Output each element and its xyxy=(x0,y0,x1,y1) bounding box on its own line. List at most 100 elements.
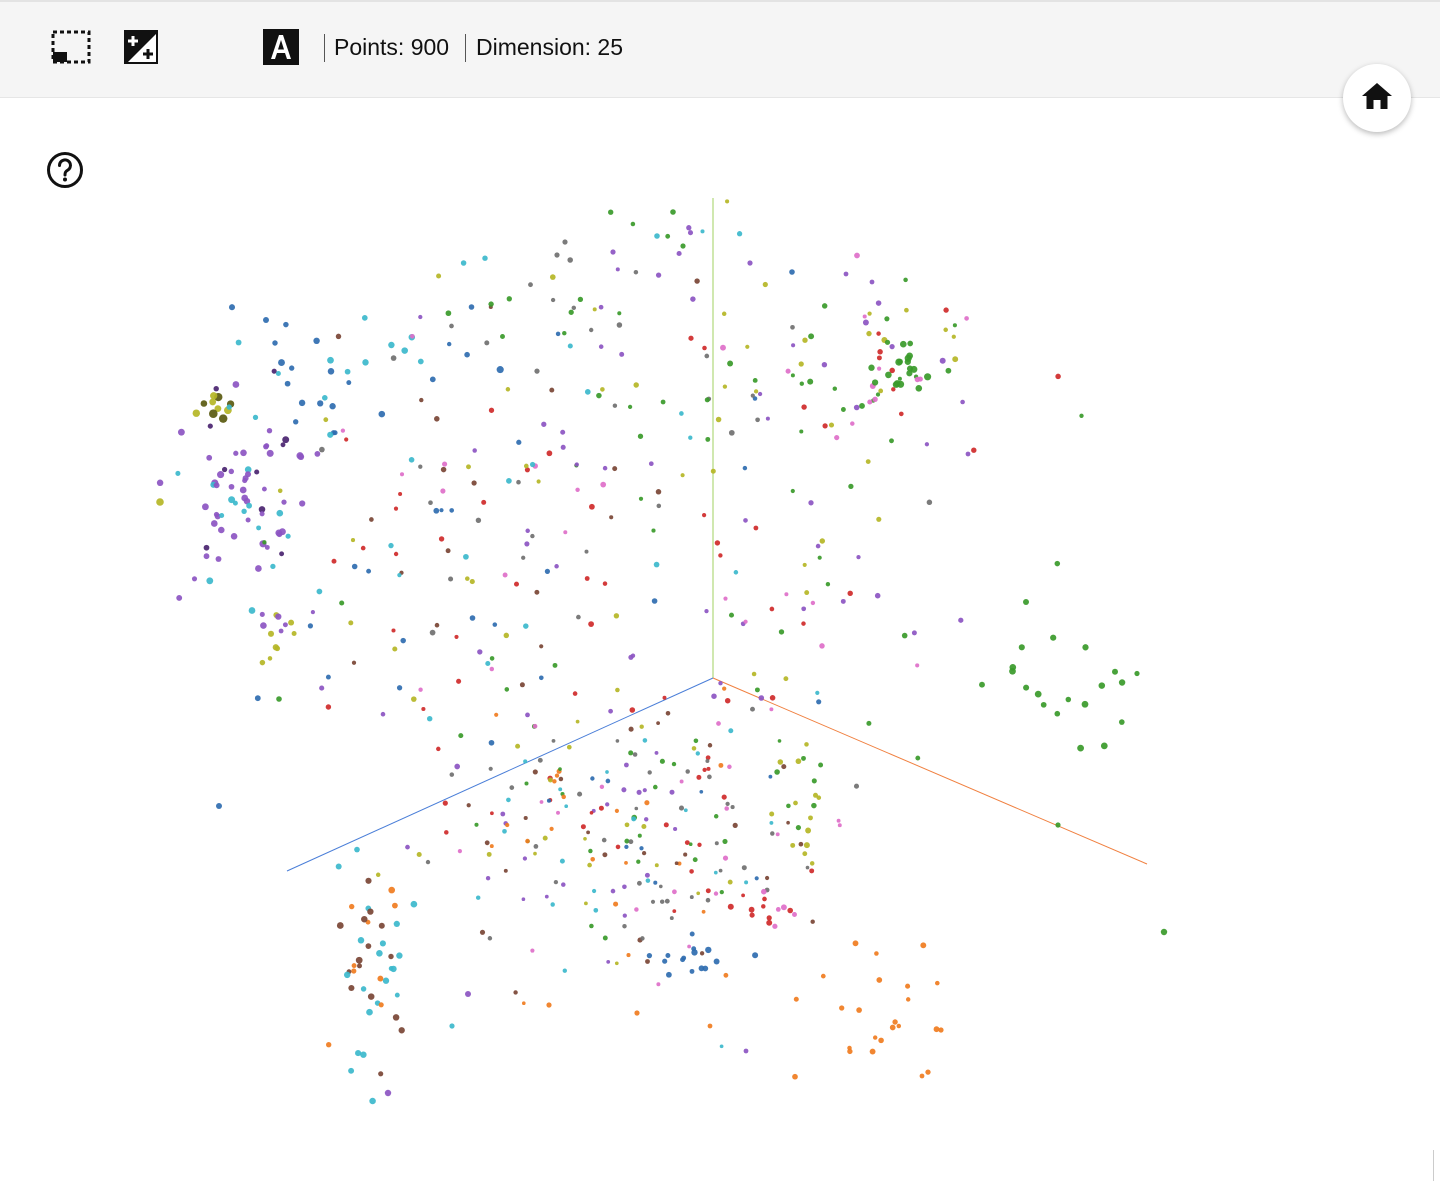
data-point[interactable] xyxy=(638,496,644,501)
data-point[interactable] xyxy=(669,789,675,795)
data-point[interactable] xyxy=(630,221,636,227)
data-point[interactable] xyxy=(465,991,471,997)
data-point[interactable] xyxy=(417,358,424,365)
data-point[interactable] xyxy=(766,915,772,921)
data-point[interactable] xyxy=(730,805,735,810)
data-point[interactable] xyxy=(749,912,755,918)
data-point[interactable] xyxy=(505,822,510,828)
data-point[interactable] xyxy=(502,828,507,834)
data-point[interactable] xyxy=(405,844,410,850)
data-point[interactable] xyxy=(445,310,452,317)
data-point[interactable] xyxy=(634,1010,640,1016)
data-point[interactable] xyxy=(260,622,267,629)
data-point[interactable] xyxy=(1055,373,1061,380)
data-point[interactable] xyxy=(847,1048,853,1055)
data-point[interactable] xyxy=(692,857,698,863)
data-point[interactable] xyxy=(474,822,479,827)
data-point[interactable] xyxy=(704,608,709,614)
data-point[interactable] xyxy=(598,805,604,811)
data-point[interactable] xyxy=(713,891,719,896)
data-point[interactable] xyxy=(889,1024,896,1031)
data-point[interactable] xyxy=(815,543,821,549)
data-point[interactable] xyxy=(805,827,812,834)
data-point[interactable] xyxy=(580,824,586,830)
data-point[interactable] xyxy=(803,842,810,849)
data-point[interactable] xyxy=(584,901,588,906)
data-point[interactable] xyxy=(509,785,515,790)
data-point[interactable] xyxy=(256,525,262,531)
data-point[interactable] xyxy=(672,889,677,895)
data-point[interactable] xyxy=(490,811,494,816)
data-point[interactable] xyxy=(534,589,540,595)
data-point[interactable] xyxy=(619,351,625,357)
data-point[interactable] xyxy=(416,851,422,858)
data-point[interactable] xyxy=(802,337,808,343)
data-point[interactable] xyxy=(259,511,265,517)
data-point[interactable] xyxy=(612,403,618,408)
data-point[interactable] xyxy=(216,803,222,809)
data-point[interactable] xyxy=(674,861,679,866)
data-point[interactable] xyxy=(284,380,291,387)
data-point[interactable] xyxy=(464,351,470,358)
data-point[interactable] xyxy=(798,361,804,367)
data-point[interactable] xyxy=(396,685,403,691)
data-point[interactable] xyxy=(351,968,357,974)
data-point[interactable] xyxy=(577,296,584,303)
data-point[interactable] xyxy=(847,590,853,597)
data-point[interactable] xyxy=(409,333,415,339)
data-point[interactable] xyxy=(943,327,948,333)
data-point[interactable] xyxy=(376,950,383,957)
data-point[interactable] xyxy=(836,818,841,823)
data-point[interactable] xyxy=(697,842,702,847)
data-point[interactable] xyxy=(789,269,795,275)
data-point[interactable] xyxy=(605,778,611,784)
data-point[interactable] xyxy=(728,728,734,734)
data-point[interactable] xyxy=(263,443,270,449)
data-point[interactable] xyxy=(602,852,608,858)
data-point[interactable] xyxy=(278,628,284,634)
data-point[interactable] xyxy=(319,685,325,691)
data-point[interactable] xyxy=(596,392,602,399)
data-point[interactable] xyxy=(449,323,454,329)
data-point[interactable] xyxy=(471,480,477,486)
data-point[interactable] xyxy=(704,353,710,359)
data-point[interactable] xyxy=(436,273,442,279)
data-point[interactable] xyxy=(391,628,396,633)
data-point[interactable] xyxy=(724,806,729,811)
data-point[interactable] xyxy=(808,815,813,821)
data-point[interactable] xyxy=(559,858,565,864)
data-point[interactable] xyxy=(567,257,573,263)
data-point[interactable] xyxy=(610,888,616,894)
data-point[interactable] xyxy=(793,800,798,806)
data-point[interactable] xyxy=(702,767,707,773)
data-point[interactable] xyxy=(442,800,448,806)
data-point[interactable] xyxy=(1054,710,1061,717)
data-point[interactable] xyxy=(624,762,629,768)
data-point[interactable] xyxy=(642,788,647,793)
data-point[interactable] xyxy=(436,746,441,752)
data-point[interactable] xyxy=(670,209,676,215)
data-point[interactable] xyxy=(552,662,558,668)
data-point[interactable] xyxy=(850,421,855,426)
data-point[interactable] xyxy=(360,986,367,992)
data-point[interactable] xyxy=(203,544,210,551)
data-point[interactable] xyxy=(765,875,770,881)
data-point[interactable] xyxy=(721,311,727,317)
data-point[interactable] xyxy=(654,233,660,239)
data-point[interactable] xyxy=(191,576,198,582)
data-point[interactable] xyxy=(653,561,660,568)
data-point[interactable] xyxy=(669,916,674,921)
data-point[interactable] xyxy=(438,536,445,542)
data-point[interactable] xyxy=(741,893,745,898)
data-point[interactable] xyxy=(808,500,814,506)
data-point[interactable] xyxy=(203,553,210,560)
data-point[interactable] xyxy=(615,687,620,693)
data-point[interactable] xyxy=(687,944,691,949)
data-point[interactable] xyxy=(872,396,878,402)
data-point[interactable] xyxy=(504,687,510,692)
data-point[interactable] xyxy=(475,517,482,523)
data-point[interactable] xyxy=(786,803,791,809)
data-point[interactable] xyxy=(608,708,613,714)
data-point[interactable] xyxy=(655,489,662,495)
data-point[interactable] xyxy=(325,674,331,680)
